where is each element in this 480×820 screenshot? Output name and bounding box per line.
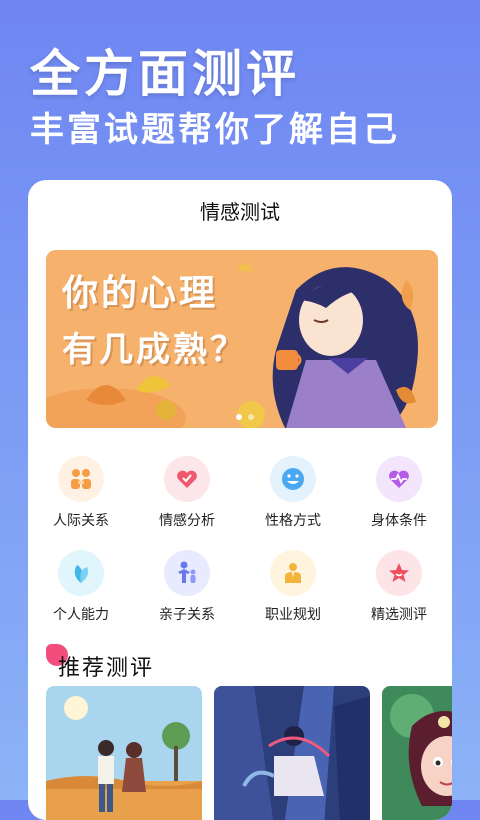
hero-subtitle: 丰富试题帮你了解自己: [30, 110, 400, 150]
hero-title: 全方面测评: [30, 45, 300, 103]
banner-headline: 你的心理 有几成熟？: [62, 264, 247, 371]
heart-icon: [164, 456, 210, 502]
carousel-dot[interactable]: [248, 414, 254, 420]
people-icon: [58, 456, 104, 502]
phone-screen: 情感测试 你的心理 有几成熟？ 人际关系 情感分析 性格方式 身体条件 个人能力…: [28, 180, 452, 820]
banner-carousel[interactable]: 你的心理 有几成熟？: [46, 250, 438, 428]
page-title: 情感测试: [200, 200, 280, 224]
banner-line-2: 有几成熟？: [62, 330, 247, 370]
heartbeat-icon: [376, 456, 422, 502]
smile-icon: [270, 456, 316, 502]
category-grid: 人际关系 情感分析 性格方式 身体条件 个人能力 亲子关系 职业规划 精选测评: [28, 456, 452, 624]
category-label: 身体条件: [371, 513, 427, 529]
leaf-icon: [58, 550, 104, 596]
category-emotion[interactable]: 情感分析: [134, 456, 240, 530]
category-label: 个人能力: [53, 607, 109, 623]
category-people[interactable]: 人际关系: [28, 456, 134, 530]
carousel-dot-active[interactable]: [236, 414, 242, 420]
carousel-indicator: [236, 414, 254, 420]
category-label: 性格方式: [265, 513, 321, 529]
banner-line-1: 你的心理: [62, 273, 219, 314]
category-parenting[interactable]: 亲子关系: [134, 550, 240, 624]
category-featured[interactable]: 精选测评: [346, 550, 452, 624]
category-personality[interactable]: 性格方式: [240, 456, 346, 530]
recommend-section-title: 推荐测评: [58, 656, 155, 681]
star-icon: [376, 550, 422, 596]
category-label: 精选测评: [371, 607, 427, 623]
family-icon: [164, 550, 210, 596]
category-career[interactable]: 职业规划: [240, 550, 346, 624]
category-label: 职业规划: [265, 607, 321, 623]
category-ability[interactable]: 个人能力: [28, 550, 134, 624]
category-label: 亲子关系: [159, 607, 215, 623]
category-body[interactable]: 身体条件: [346, 456, 452, 530]
briefcase-person-icon: [270, 550, 316, 596]
category-label: 情感分析: [159, 513, 215, 529]
category-label: 人际关系: [53, 513, 109, 529]
